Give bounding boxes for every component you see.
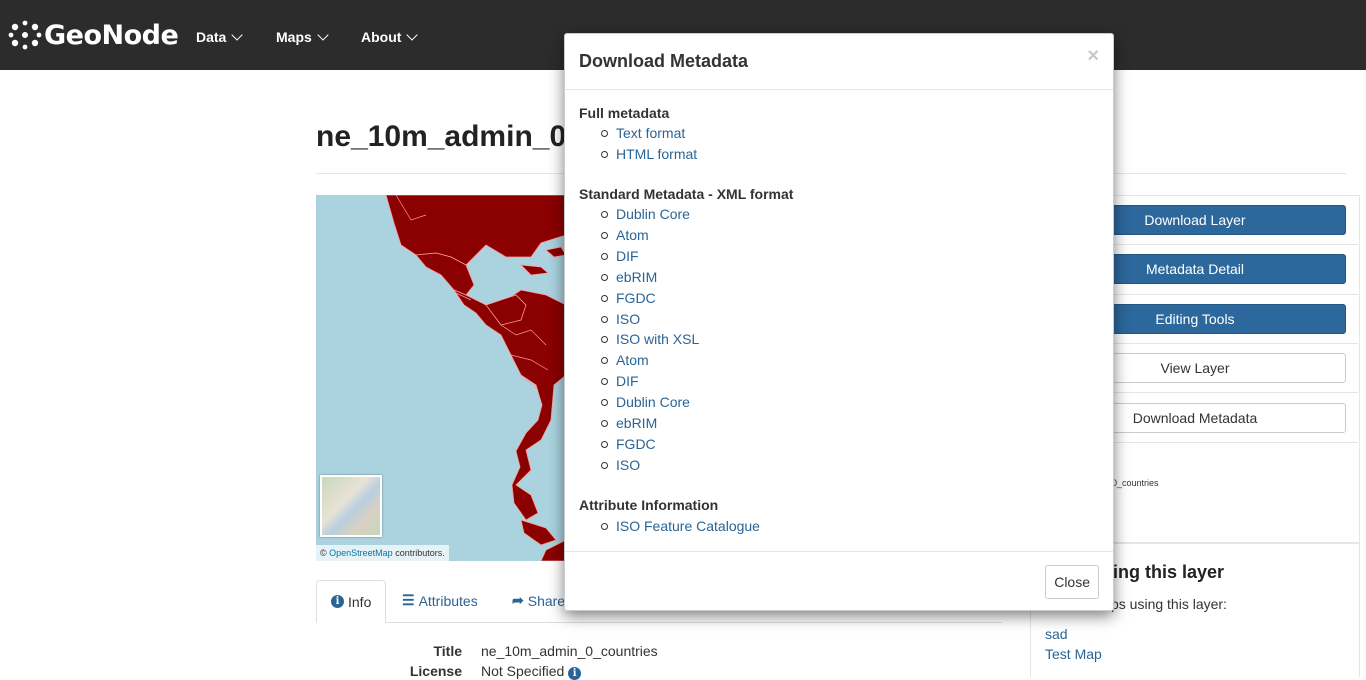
bullet-icon xyxy=(601,294,608,302)
metadata-link-label: ISO xyxy=(616,457,641,473)
info-circle-icon[interactable]: i xyxy=(568,667,582,680)
nav-data-label: Data xyxy=(196,29,227,45)
metadata-link-text[interactable]: Text format xyxy=(601,125,685,141)
close-button[interactable]: Close xyxy=(1045,565,1099,599)
metadata-link[interactable]: Dublin Core xyxy=(601,394,690,410)
nav-about-label: About xyxy=(361,29,402,45)
bullet-icon xyxy=(601,231,608,239)
modal-header-divider xyxy=(565,89,1113,90)
openstreetmap-link[interactable]: OpenStreetMap xyxy=(329,548,393,558)
info-license-row: Not Specified i xyxy=(481,663,582,680)
info-license-key: License xyxy=(409,663,462,679)
modal-title: Download Metadata xyxy=(579,51,749,71)
metadata-link-label: Dublin Core xyxy=(616,206,690,222)
minimap-toggle[interactable] xyxy=(320,475,382,537)
layer-name-fragment: 0_countries xyxy=(1112,478,1159,488)
metadata-link-label: Atom xyxy=(616,227,649,243)
metadata-link-label: FGDC xyxy=(616,290,656,306)
info-title-value: ne_10m_admin_0_countries xyxy=(481,643,658,659)
bullet-icon xyxy=(601,315,608,323)
map-link[interactable]: Test Map xyxy=(1045,646,1102,662)
maps-using-layer-subtitle: ps using this layer: xyxy=(1111,596,1227,612)
metadata-link-label: FGDC xyxy=(616,436,656,452)
modal-footer-divider xyxy=(565,551,1113,552)
map-viewer[interactable]: © OpenStreetMap contributors. xyxy=(316,195,566,561)
bullet-icon xyxy=(601,440,608,448)
metadata-link-label: Dublin Core xyxy=(616,394,690,410)
list-icon: ☰ xyxy=(402,592,415,608)
metadata-link[interactable]: ISO xyxy=(601,457,640,473)
bullet-icon xyxy=(601,129,608,137)
tab-attributes[interactable]: ☰ Attributes xyxy=(388,580,492,621)
info-title-key: Title xyxy=(433,643,462,659)
metadata-link[interactable]: Dublin Core xyxy=(601,206,690,222)
full-metadata-heading: Full metadata xyxy=(579,105,670,121)
metadata-link[interactable]: FGDC xyxy=(601,436,656,452)
info-license-value: Not Specified xyxy=(481,663,565,679)
metadata-link[interactable]: ISO with XSL xyxy=(601,331,699,347)
metadata-link[interactable]: ebRIM xyxy=(601,269,657,285)
metadata-link-label: DIF xyxy=(616,248,639,264)
metadata-link-label: ISO Feature Catalogue xyxy=(616,518,760,534)
nav-maps-menu[interactable]: Maps xyxy=(276,29,329,45)
metadata-link[interactable]: ebRIM xyxy=(601,415,657,431)
nav-about-menu[interactable]: About xyxy=(361,29,419,45)
metadata-link-label: DIF xyxy=(616,373,639,389)
map-link[interactable]: sad xyxy=(1045,626,1068,642)
standard-metadata-heading: Standard Metadata - XML format xyxy=(579,186,794,202)
download-metadata-modal: Download Metadata × Full metadata Text f… xyxy=(564,33,1114,611)
chevron-down-icon xyxy=(231,29,244,41)
attribute-info-heading: Attribute Information xyxy=(579,497,719,513)
metadata-link[interactable]: Atom xyxy=(601,352,649,368)
bullet-icon xyxy=(601,252,608,260)
close-icon[interactable]: × xyxy=(1087,45,1099,68)
bullet-icon xyxy=(601,273,608,281)
bullet-icon xyxy=(601,356,608,364)
metadata-link-label: HTML format xyxy=(616,146,698,162)
metadata-link-label: ebRIM xyxy=(616,415,658,431)
bullet-icon xyxy=(601,398,608,406)
nav-data-menu[interactable]: Data xyxy=(196,29,244,45)
tab-share-label: Share xyxy=(527,592,566,609)
brand-name: GeoNode xyxy=(44,19,179,51)
tab-attributes-label: Attributes xyxy=(418,592,478,609)
tab-info[interactable]: i Info xyxy=(316,580,387,623)
metadata-link-label: ISO with XSL xyxy=(616,331,700,347)
map-attribution: © OpenStreetMap contributors. xyxy=(316,545,449,561)
attribution-prefix: © xyxy=(320,548,327,558)
bullet-icon xyxy=(601,335,608,343)
attribution-suffix: contributors. xyxy=(395,548,445,558)
metadata-link-label: Text format xyxy=(616,125,686,141)
tab-info-label: Info xyxy=(348,593,372,610)
maps-using-layer-heading: ing this layer xyxy=(1113,562,1225,582)
metadata-link-label: ISO xyxy=(616,311,641,327)
metadata-link-label: Atom xyxy=(616,352,649,368)
nav-maps-label: Maps xyxy=(276,29,312,45)
geonode-logo-icon xyxy=(8,20,42,50)
metadata-link[interactable]: DIF xyxy=(601,248,639,264)
share-icon: ➦ xyxy=(512,592,524,608)
info-circle-icon: i xyxy=(331,595,344,608)
metadata-link-html[interactable]: HTML format xyxy=(601,146,697,162)
bullet-icon xyxy=(601,419,608,427)
metadata-link-label: ebRIM xyxy=(616,269,658,285)
metadata-link-feature-catalogue[interactable]: ISO Feature Catalogue xyxy=(601,518,760,534)
metadata-link[interactable]: FGDC xyxy=(601,290,656,306)
bullet-icon xyxy=(601,522,608,530)
brand-logo[interactable]: GeoNode xyxy=(8,14,179,56)
metadata-link[interactable]: Atom xyxy=(601,227,649,243)
chevron-down-icon xyxy=(406,29,419,41)
bullet-icon xyxy=(601,150,608,158)
metadata-link[interactable]: DIF xyxy=(601,373,639,389)
metadata-link[interactable]: ISO xyxy=(601,311,640,327)
chevron-down-icon xyxy=(317,29,329,41)
bullet-icon xyxy=(601,210,608,218)
bullet-icon xyxy=(601,461,608,469)
bullet-icon xyxy=(601,377,608,385)
